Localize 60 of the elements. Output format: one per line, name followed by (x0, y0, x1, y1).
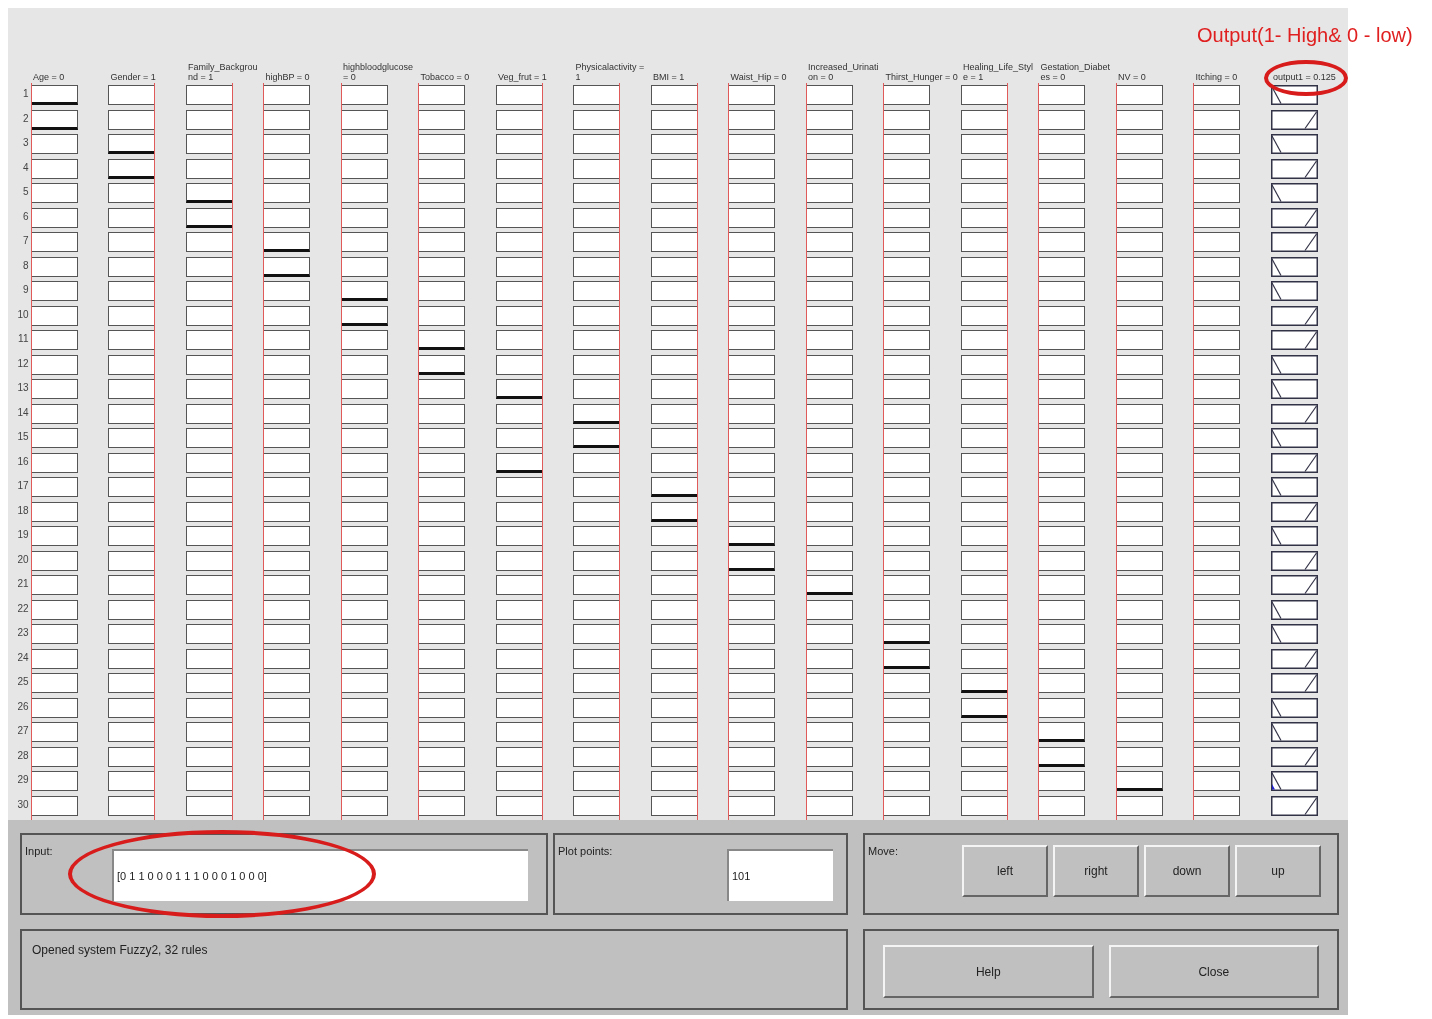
input-variable-label: highbloodglucose = 0 (343, 62, 415, 82)
input-variable-label: Physicalactivity = 1 (575, 62, 646, 82)
move-button[interactable]: left (962, 845, 1048, 897)
rule-number: 25 (16, 675, 30, 689)
rule-number: 23 (16, 626, 30, 640)
rule-number: 18 (16, 503, 30, 518)
input-vector-field[interactable]: [0 1 1 0 0 0 1 1 1 0 0 0 1 0 0 0] (112, 849, 528, 901)
rule-number: 13 (16, 381, 30, 395)
input-variable-label: Gestation_Diabetes = 0 (1040, 62, 1112, 82)
rule-number: 15 (16, 430, 30, 444)
input-variable-label: Family_Background = 1 (188, 62, 259, 82)
rule-number: 16 (16, 454, 30, 469)
move-button[interactable]: down (1144, 845, 1230, 897)
input-variable-label: Healing_Life_Style = 1 (963, 62, 1035, 82)
input-variable-label: Increased_Urination = 0 (808, 62, 880, 82)
move-button[interactable]: up (1235, 845, 1321, 897)
plot-points-field[interactable]: 101 (727, 849, 833, 901)
rule-number: 9 (21, 283, 30, 297)
move-button[interactable]: right (1053, 845, 1139, 897)
move-label: Move: (868, 845, 898, 857)
input-variable-label: Itching = 0 (1195, 72, 1238, 82)
input-variable-label: Tobacco = 0 (420, 72, 470, 82)
status-message: Opened system Fuzzy2, 32 rules (32, 943, 208, 959)
input-variable-label: BMI = 1 (653, 72, 685, 82)
rule-number: 24 (16, 650, 30, 665)
rule-number: 2 (21, 111, 30, 126)
plot-points-label: Plot points: (558, 845, 613, 857)
rule-number: 5 (21, 185, 30, 199)
annotation-text: Output(1- High& 0 - low) (1197, 24, 1414, 46)
rule-number: 28 (16, 748, 30, 763)
rule-number: 10 (16, 307, 30, 322)
rule-number: 29 (16, 773, 30, 787)
rule-number: 19 (16, 528, 30, 542)
rule-number: 7 (21, 234, 30, 248)
rule-number: 22 (16, 601, 30, 616)
input-variable-label: Waist_Hip = 0 (730, 72, 787, 82)
rule-number: 11 (17, 332, 30, 346)
output-variable-label: output1 = 0.125 (1273, 72, 1336, 82)
rule-number: 14 (16, 405, 30, 420)
rule-number: 12 (16, 356, 30, 371)
rule-number: 3 (21, 136, 30, 150)
rule-number: 4 (21, 160, 30, 175)
input-variable-label: Gender = 1 (110, 72, 156, 82)
input-variable-label: NV = 0 (1118, 72, 1146, 82)
input-variable-label: Age = 0 (33, 72, 65, 82)
rule-number: 30 (16, 797, 30, 812)
help-button[interactable]: Help (883, 945, 1094, 998)
rule-number: 1 (21, 87, 30, 101)
rule-number: 21 (16, 577, 30, 591)
rule-number: 8 (21, 258, 30, 273)
input-variable-label: highBP = 0 (265, 72, 310, 82)
rule-number: 17 (16, 479, 30, 493)
close-button[interactable]: Close (1108, 945, 1319, 998)
input-variable-label: Veg_frut = 1 (498, 72, 547, 82)
rule-number: 27 (16, 724, 30, 738)
input-label: Input: (25, 845, 53, 857)
input-variable-label: Thirst_Hunger = 0 (885, 72, 958, 82)
rule-number: 20 (16, 552, 30, 567)
rule-number: 26 (16, 699, 30, 714)
rule-number: 6 (21, 209, 30, 224)
